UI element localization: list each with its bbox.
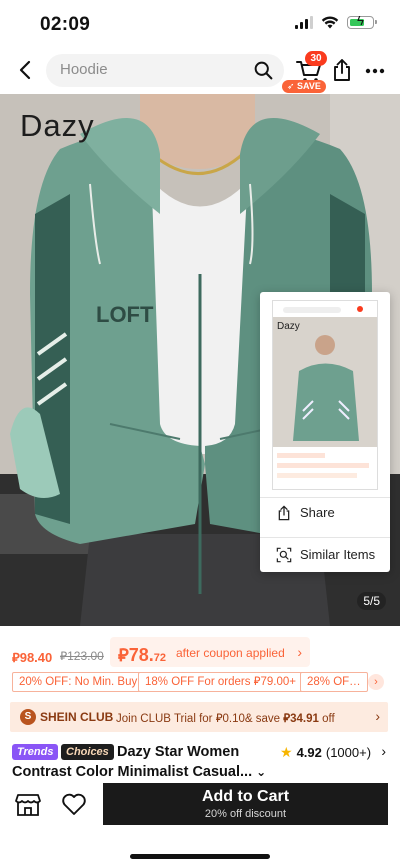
thumbnail-brand: Dazy (277, 321, 300, 332)
share-icon (278, 504, 290, 520)
coupon-price-main: ⃁78. (118, 645, 154, 665)
sale-price: ⃁98.40 (12, 650, 53, 665)
search-input[interactable]: Hoodie (60, 61, 108, 78)
coupon-text: after coupon applied (176, 646, 285, 660)
club-title: SHEIN CLUB (40, 710, 114, 724)
product-title-line2-text: Contrast Color Minimalist Casual... (12, 764, 253, 780)
visual-search-icon (276, 547, 292, 562)
add-to-cart-button[interactable]: Add to Cart 20% off discount (103, 783, 388, 825)
coupon-price: ⃁78.72 (118, 643, 166, 666)
image-counter: 5/5 (357, 592, 386, 610)
product-title-line2: Contrast Color Minimalist Casual... ⌄ (12, 764, 266, 780)
home-indicator[interactable] (130, 854, 270, 859)
wifi-icon (321, 16, 339, 29)
more-options-icon[interactable] (364, 60, 386, 82)
cart-count-badge: 30 (305, 51, 327, 66)
bottom-action-bar: Add to Cart 20% off discount (0, 782, 400, 865)
chevron-right-icon[interactable]: › (381, 743, 386, 759)
club-icon: S (20, 709, 36, 725)
club-save-amount: ⃁34.91 (283, 713, 319, 725)
wishlist-heart-icon[interactable] (60, 790, 88, 818)
chevron-right-icon[interactable]: › (368, 674, 384, 690)
save-badge: ➶ SAVE (282, 80, 326, 93)
choices-tag: Choices (61, 744, 114, 760)
chevron-right-icon: › (297, 644, 302, 660)
rating[interactable]: ★ 4.92 (1000+) (280, 744, 371, 761)
original-price: ⃁123.00 (60, 649, 104, 663)
chevron-right-icon: › (375, 708, 380, 724)
coupon-price-decimal: 72 (153, 652, 166, 664)
club-text: Join CLUB Trial for ⃁0.10& save ⃁34.91 o… (116, 711, 335, 726)
top-nav: Hoodie 30 ➶ SAVE (0, 48, 400, 94)
save-label: SAVE (297, 81, 321, 91)
club-text-prefix: Join CLUB Trial for ⃁0.10& save (116, 713, 284, 725)
club-banner[interactable]: S SHEIN CLUB Join CLUB Trial for ⃁0.10& … (10, 702, 388, 732)
svg-text:LOFT: LOFT (96, 302, 154, 327)
add-to-cart-label: Add to Cart (201, 788, 290, 805)
signal-icon (295, 16, 313, 29)
status-icons: ϟ (295, 14, 377, 29)
promo-tag-2[interactable]: 28% OF… (300, 672, 368, 692)
club-text-suffix: off (318, 713, 335, 725)
promo-tag-1[interactable]: 18% OFF For orders ⃁79.00+ (138, 672, 303, 692)
search-icon[interactable] (253, 60, 274, 81)
chevron-down-icon[interactable]: ⌄ (256, 765, 266, 779)
brand-logo: Dazy (20, 108, 95, 143)
promo-row: 20% OFF: No Min. Buy 18% OFF For orders … (0, 672, 400, 694)
popup-share-button[interactable]: Share (260, 497, 390, 527)
discount-label: 20% off discount (204, 808, 287, 820)
screenshot-thumbnail[interactable]: Dazy (272, 300, 378, 490)
battery-icon: ϟ (347, 14, 377, 29)
share-icon[interactable] (330, 58, 354, 82)
promo-tag-0[interactable]: 20% OFF: No Min. Buy (12, 672, 145, 692)
product-title-block[interactable]: Trends Choices Dazy Star Women Contrast … (12, 742, 388, 782)
rating-count: (1000+) (325, 745, 372, 760)
status-time: 02:09 (40, 14, 91, 35)
rating-value: 4.92 (296, 745, 322, 760)
store-icon[interactable] (14, 790, 42, 818)
share-popup: Dazy Share Similar Items (260, 292, 390, 572)
star-icon: ★ (280, 744, 293, 760)
price-row: ⃁98.40 ⃁123.00 ⃁78.72 after coupon appli… (0, 632, 400, 668)
trends-tag: Trends (12, 744, 59, 760)
product-title-line1: Dazy Star Women (117, 744, 240, 760)
popup-similar-items-button[interactable]: Similar Items (260, 537, 390, 571)
back-icon[interactable] (14, 58, 38, 82)
share-label: Share (300, 505, 335, 520)
coupon-price-box[interactable]: ⃁78.72 after coupon applied › (110, 637, 310, 667)
status-bar: 02:09 ϟ (0, 0, 400, 48)
similar-items-label: Similar Items (300, 547, 376, 562)
search-bar[interactable]: Hoodie (46, 54, 284, 87)
